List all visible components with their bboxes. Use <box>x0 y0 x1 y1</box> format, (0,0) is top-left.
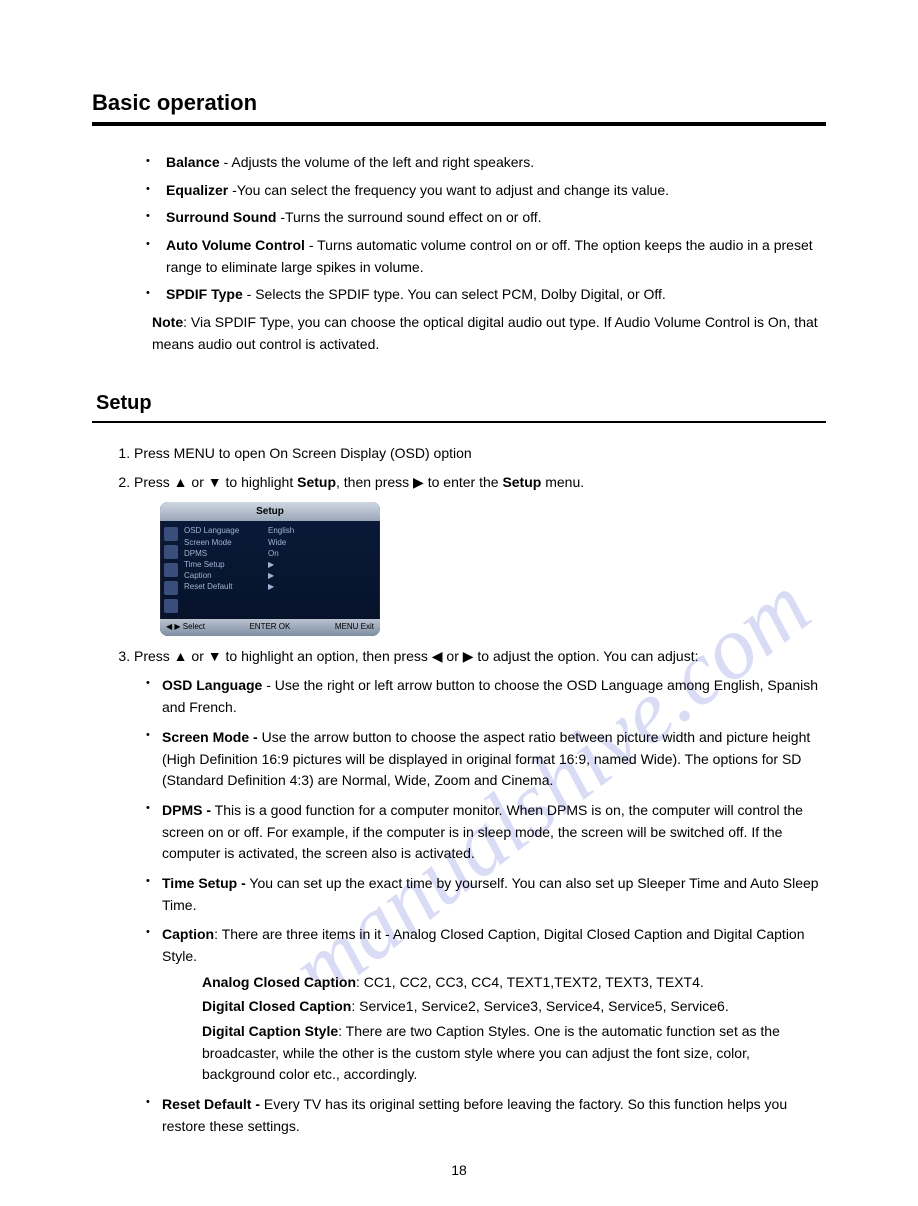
osd-footer: ◀ ▶ Select ENTER OK MENU Exit <box>160 619 380 635</box>
audio-bullets: Balance - Adjusts the volume of the left… <box>92 152 826 306</box>
setup-option-bullets: OSD Language - Use the right or left arr… <box>134 675 826 1137</box>
opt-screen-mode: Screen Mode - Use the arrow button to ch… <box>146 727 826 792</box>
steps-list: Press MENU to open On Screen Display (OS… <box>92 443 826 1138</box>
bullet-balance: Balance - Adjusts the volume of the left… <box>152 152 826 174</box>
osd-values: English Wide On ▶ ▶ ▶ <box>268 525 374 613</box>
opt-dpms: DPMS - This is a good function for a com… <box>146 800 826 865</box>
opt-osd-language: OSD Language - Use the right or left arr… <box>146 675 826 718</box>
page-number: 18 <box>0 1162 918 1178</box>
caption-sub: Analog Closed Caption: CC1, CC2, CC3, CC… <box>162 972 826 1086</box>
opt-caption: Caption: There are three items in it - A… <box>146 924 826 1086</box>
osd-title: Setup <box>160 502 380 522</box>
bullet-avc: Auto Volume Control - Turns automatic vo… <box>152 235 826 278</box>
osd-tab-icon <box>164 581 178 595</box>
osd-labels: OSD Language Screen Mode DPMS Time Setup… <box>184 525 264 613</box>
bullet-spdif: SPDIF Type - Selects the SPDIF type. You… <box>152 284 826 306</box>
osd-screenshot: Setup OSD Language Screen Mode DPMS Time… <box>160 502 380 636</box>
opt-reset-default: Reset Default - Every TV has its origina… <box>146 1094 826 1137</box>
step-3: Press ▲ or ▼ to highlight an option, the… <box>134 646 826 1138</box>
osd-tab-icon <box>164 527 178 541</box>
page-title: Basic operation <box>92 90 826 116</box>
note: Note: Via SPDIF Type, you can choose the… <box>92 312 826 355</box>
bullet-equalizer: Equalizer -You can select the frequency … <box>152 180 826 202</box>
step-2: Press ▲ or ▼ to highlight Setup, then pr… <box>134 472 826 636</box>
osd-tab-icon <box>164 563 178 577</box>
step-1: Press MENU to open On Screen Display (OS… <box>134 443 826 465</box>
opt-time-setup: Time Setup - You can set up the exact ti… <box>146 873 826 916</box>
osd-tab-icon <box>164 545 178 559</box>
title-rule <box>92 122 826 126</box>
bullet-surround: Surround Sound -Turns the surround sound… <box>152 207 826 229</box>
osd-tab-icon <box>164 599 178 613</box>
section-rule <box>92 421 826 423</box>
section-setup: Setup <box>96 392 826 415</box>
